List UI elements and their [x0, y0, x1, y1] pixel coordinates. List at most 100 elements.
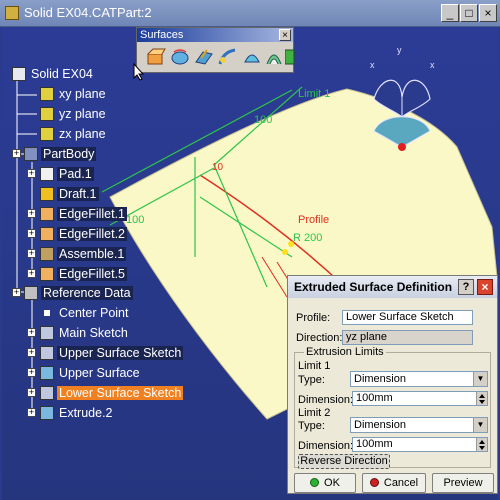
tree-item[interactable]: + Reference Data	[12, 284, 133, 302]
chevron-down-icon[interactable]: ▼	[473, 418, 487, 432]
tree-item[interactable]: + EdgeFillet.1	[27, 205, 128, 223]
limit2-type-select[interactable]: Dimension ▼	[350, 417, 488, 433]
tree-item-label: Pad.1	[57, 167, 94, 181]
profile-field[interactable]: Lower Surface Sketch	[342, 310, 473, 325]
spinner-icon[interactable]	[476, 438, 487, 451]
tree-item[interactable]: + PartBody	[12, 145, 97, 163]
limit2-dimension-field[interactable]: 100mm	[352, 437, 488, 452]
tree-item[interactable]: + EdgeFillet.5	[27, 265, 128, 283]
preview-button[interactable]: Preview	[432, 473, 494, 493]
profile-point-2	[282, 249, 288, 255]
sketch-icon	[40, 386, 54, 400]
direction-field[interactable]: yz plane	[342, 330, 473, 345]
tree-item[interactable]: + Upper Surface Sketch	[27, 344, 184, 362]
maximize-button[interactable]: □	[460, 4, 478, 22]
tree-item-label: Upper Surface	[59, 366, 140, 380]
svg-text:y: y	[397, 45, 402, 55]
sketch-icon	[40, 346, 54, 360]
limit1-dimension-value: 100mm	[356, 392, 393, 404]
tree-item-label: Assemble.1	[57, 247, 127, 261]
draft-icon	[40, 187, 54, 201]
fill-icon[interactable]	[241, 46, 263, 68]
expand-toggle-icon[interactable]: +	[27, 348, 36, 357]
dialog-title: Extruded Surface Definition	[294, 280, 453, 294]
tree-item-label: yz plane	[59, 107, 106, 121]
tree-item[interactable]: + Lower Surface Sketch	[27, 384, 184, 402]
dialog-help-button[interactable]: ?	[458, 279, 474, 295]
minimize-button[interactable]: _	[441, 4, 459, 22]
offset-icon[interactable]	[193, 46, 215, 68]
limit2-dimension-label: Dimension:	[298, 440, 354, 452]
surfaces-toolbar-close-button[interactable]: ×	[279, 29, 291, 41]
tree-item[interactable]: + EdgeFillet.2	[27, 225, 128, 243]
tree-item-label: EdgeFillet.2	[57, 227, 128, 241]
plane-icon	[40, 107, 54, 121]
tree-item-label: zx plane	[59, 127, 106, 141]
extrusion-limits-heading: Extrusion Limits	[304, 346, 386, 358]
tree-item[interactable]: Draft.1	[40, 185, 99, 203]
expand-toggle-icon[interactable]: +	[27, 269, 36, 278]
tree-item[interactable]: yz plane	[40, 105, 108, 123]
geoset-icon	[24, 286, 38, 300]
expand-toggle-icon[interactable]: +	[12, 149, 21, 158]
mouse-cursor-icon	[133, 63, 145, 81]
close-button[interactable]: ×	[479, 4, 497, 22]
reverse-direction-button[interactable]: Reverse Direction	[298, 454, 390, 469]
expand-toggle-icon[interactable]: +	[27, 169, 36, 178]
expand-toggle-icon[interactable]: +	[27, 249, 36, 258]
tree-root-label: Solid EX04	[31, 67, 93, 81]
dimension-left-label: 100	[126, 214, 144, 226]
tree-item[interactable]: + Pad.1	[27, 165, 94, 183]
cancel-button[interactable]: Cancel	[362, 473, 426, 493]
svg-text:x: x	[370, 60, 375, 70]
expand-toggle-icon[interactable]: +	[27, 408, 36, 417]
blend-icon[interactable]	[285, 46, 295, 68]
radius-label: R 200	[293, 232, 322, 244]
ok-button[interactable]: OK	[294, 473, 356, 493]
ok-icon	[310, 478, 320, 487]
expand-toggle-icon[interactable]: +	[27, 328, 36, 337]
surfaces-toolbar-title[interactable]: Surfaces	[137, 28, 293, 42]
tree-connectors	[16, 77, 37, 412]
dimension-small-label: 10	[212, 162, 224, 173]
cancel-icon	[369, 478, 379, 487]
expand-toggle-icon[interactable]: +	[27, 388, 36, 397]
limit2-dimension-value: 100mm	[356, 438, 393, 450]
dialog-close-button[interactable]: ×	[477, 279, 493, 295]
dialog-titlebar[interactable]: Extruded Surface Definition ? ×	[288, 276, 497, 298]
limit1-type-label: Type:	[298, 374, 325, 386]
tree-item-label: Center Point	[59, 306, 129, 320]
spinner-icon[interactable]	[476, 392, 487, 405]
chevron-down-icon[interactable]: ▼	[473, 372, 487, 386]
extrude-icon[interactable]	[145, 46, 167, 68]
dimension-top-label: 100	[254, 114, 272, 126]
expand-toggle-icon[interactable]: +	[27, 229, 36, 238]
expand-toggle-icon[interactable]: +	[27, 209, 36, 218]
tree-item[interactable]: + Upper Surface	[27, 364, 142, 382]
tree-item[interactable]: + Extrude.2	[27, 404, 115, 422]
limit1-dimension-label: Dimension:	[298, 394, 354, 406]
profile-label: Profile	[298, 214, 329, 226]
tree-item[interactable]: xy plane	[40, 85, 108, 103]
sweep-icon[interactable]	[217, 46, 239, 68]
tree-item-label: PartBody	[41, 147, 97, 161]
loft-icon[interactable]	[263, 46, 285, 68]
tree-root[interactable]: Solid EX04	[12, 65, 95, 83]
plane-icon	[40, 127, 54, 141]
surfaces-toolbar: Surfaces ×	[136, 27, 295, 73]
tree-item-label: EdgeFillet.5	[57, 267, 128, 281]
limit1-label: Limit 1	[298, 88, 330, 100]
window-titlebar[interactable]: Solid EX04.CATPart:2 _ □ ×	[0, 0, 500, 27]
tree-item-label: Reference Data	[41, 286, 133, 300]
limit1-type-select[interactable]: Dimension ▼	[350, 371, 488, 387]
expand-toggle-icon[interactable]: +	[12, 288, 21, 297]
limit1-dimension-field[interactable]: 100mm	[352, 391, 488, 406]
tree-item[interactable]: zx plane	[40, 125, 108, 143]
tree-item[interactable]: + Assemble.1	[27, 245, 127, 263]
revolve-icon[interactable]	[169, 46, 191, 68]
tree-item[interactable]: + Main Sketch	[27, 324, 130, 342]
body-icon	[24, 147, 38, 161]
expand-toggle-icon[interactable]: +	[27, 368, 36, 377]
tree-item[interactable]: Center Point	[40, 304, 130, 322]
cancel-label: Cancel	[383, 477, 419, 489]
